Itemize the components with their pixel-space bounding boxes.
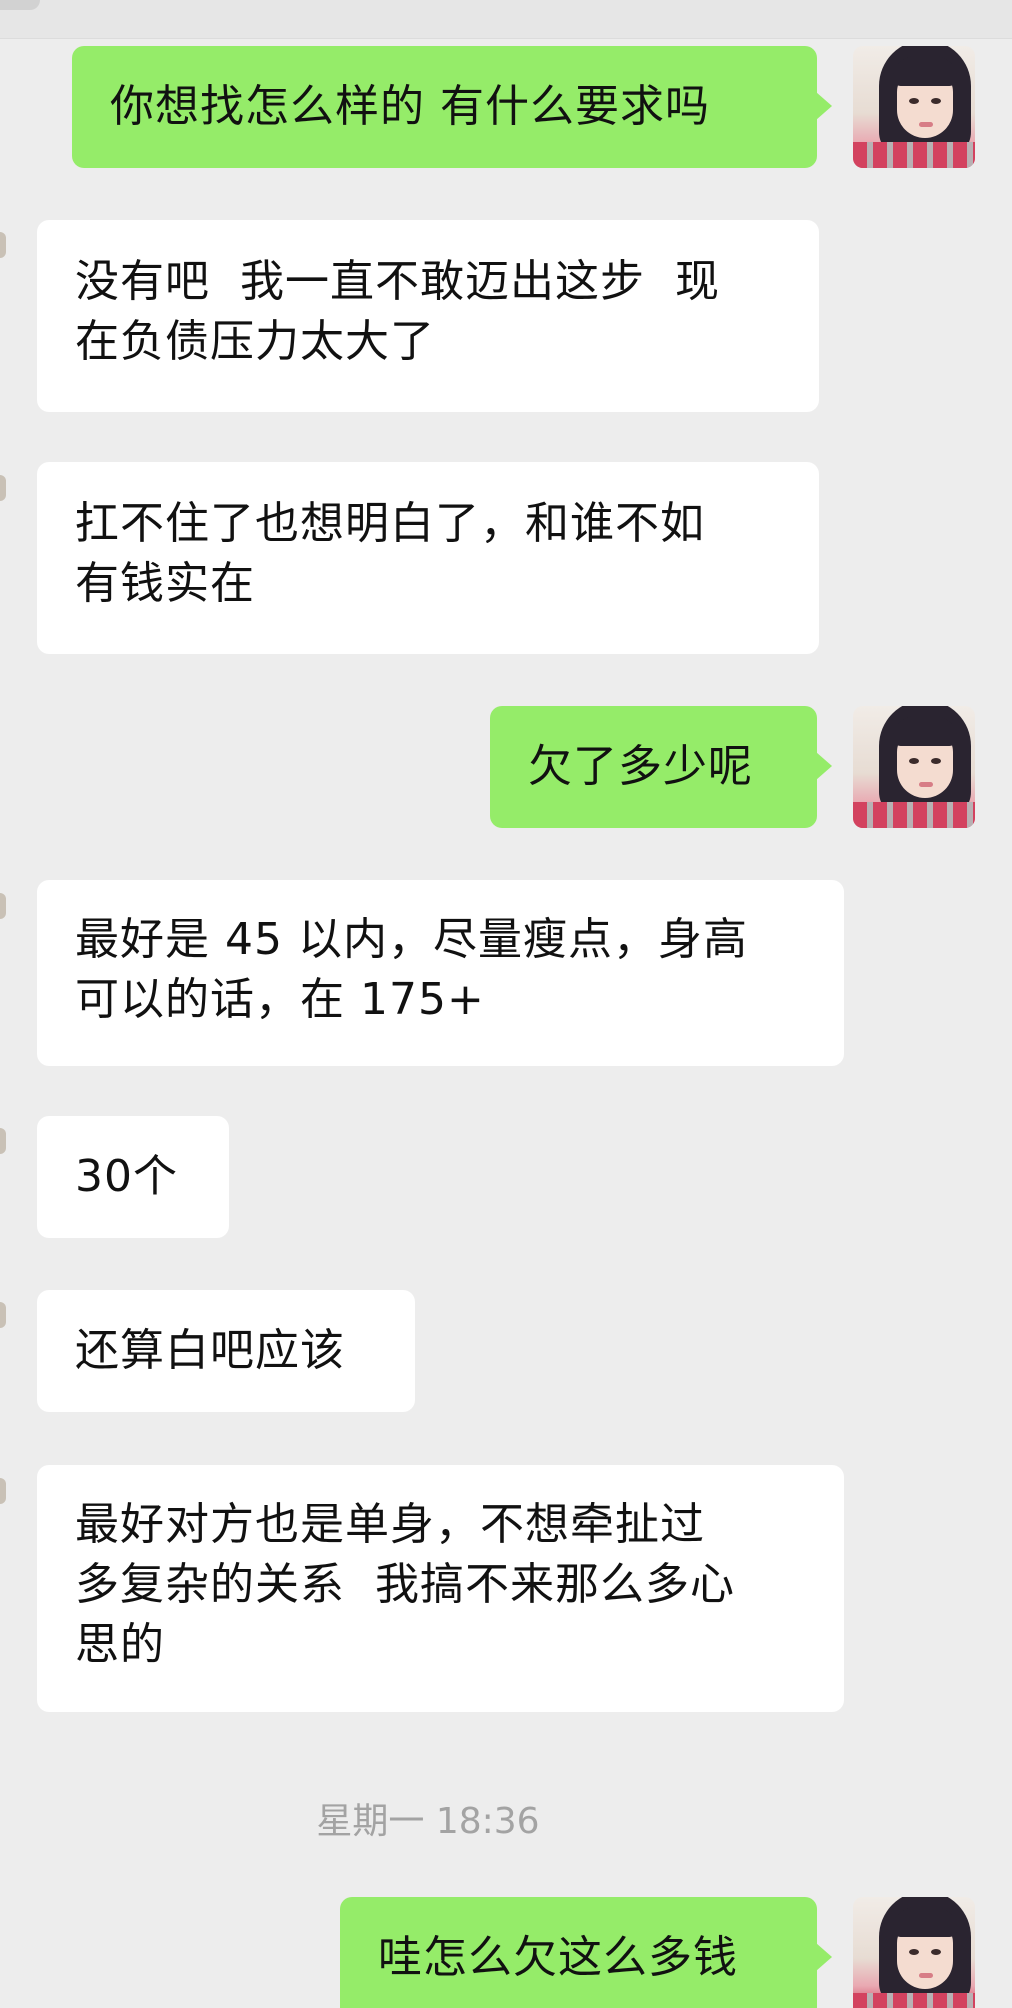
contact-avatar-edge[interactable] xyxy=(0,893,6,919)
message-bubble-sent[interactable]: 欠了多少呢 xyxy=(490,706,817,828)
contact-avatar-edge[interactable] xyxy=(0,1302,6,1328)
message-bubble-sent[interactable]: 你想找怎么样的 有什么要求吗 xyxy=(72,46,817,168)
message-bubble-received[interactable]: 还算白吧应该 xyxy=(37,1290,415,1412)
bubble-tail xyxy=(816,752,832,780)
message-text-line: 思的 xyxy=(75,1619,165,1670)
user-avatar[interactable] xyxy=(853,706,975,828)
message-bubble-received[interactable]: 最好是 45 以内，尽量瘦点，身高 可以的话，在 175+ xyxy=(37,880,844,1066)
bubble-tail xyxy=(816,1943,832,1971)
message-bubble-received[interactable]: 扛不住了也想明白了，和谁不如 有钱实在 xyxy=(37,462,819,654)
message-text-line: 最好是 45 以内，尽量瘦点，身高 xyxy=(75,914,748,965)
message-text-line: 没有吧 我一直不敢迈出这步 现 xyxy=(75,256,720,307)
message-text-line: 最好对方也是单身，不想牵扯过 xyxy=(75,1499,705,1550)
message-bubble-sent[interactable]: 哇怎么欠这么多钱 xyxy=(340,1897,817,2008)
contact-avatar-edge[interactable] xyxy=(0,1478,6,1504)
message-text-line: 在负债压力太大了 xyxy=(75,316,435,367)
contact-avatar-edge[interactable] xyxy=(0,232,6,258)
user-avatar[interactable] xyxy=(853,1897,975,2008)
message-text-line: 多复杂的关系 我搞不来那么多心 xyxy=(75,1559,735,1610)
contact-avatar-edge[interactable] xyxy=(0,475,6,501)
message-text-line: 可以的话，在 175+ xyxy=(75,974,485,1025)
user-avatar[interactable] xyxy=(853,46,975,168)
message-text: 哇怎么欠这么多钱 xyxy=(378,1932,738,1983)
message-text: 30个 xyxy=(75,1151,178,1202)
message-bubble-received[interactable]: 没有吧 我一直不敢迈出这步 现 在负债压力太大了 xyxy=(37,220,819,412)
contact-avatar-edge[interactable] xyxy=(0,1128,6,1154)
message-text-line: 扛不住了也想明白了，和谁不如 xyxy=(75,498,705,549)
message-text: 还算白吧应该 xyxy=(75,1325,345,1376)
message-text-line: 有钱实在 xyxy=(75,558,255,609)
message-text: 欠了多少呢 xyxy=(528,741,753,792)
chat-area[interactable]: 你想找怎么样的 有什么要求吗 没有吧 我一直不敢迈出这步 现 在负债压力太大了 … xyxy=(0,0,1012,2008)
message-bubble-received[interactable]: 30个 xyxy=(37,1116,229,1238)
message-bubble-received[interactable]: 最好对方也是单身，不想牵扯过 多复杂的关系 我搞不来那么多心 思的 xyxy=(37,1465,844,1712)
message-text: 你想找怎么样的 有什么要求吗 xyxy=(110,81,710,132)
bubble-tail xyxy=(816,92,832,120)
message-timestamp: 星期一 18:36 xyxy=(316,1801,540,1842)
